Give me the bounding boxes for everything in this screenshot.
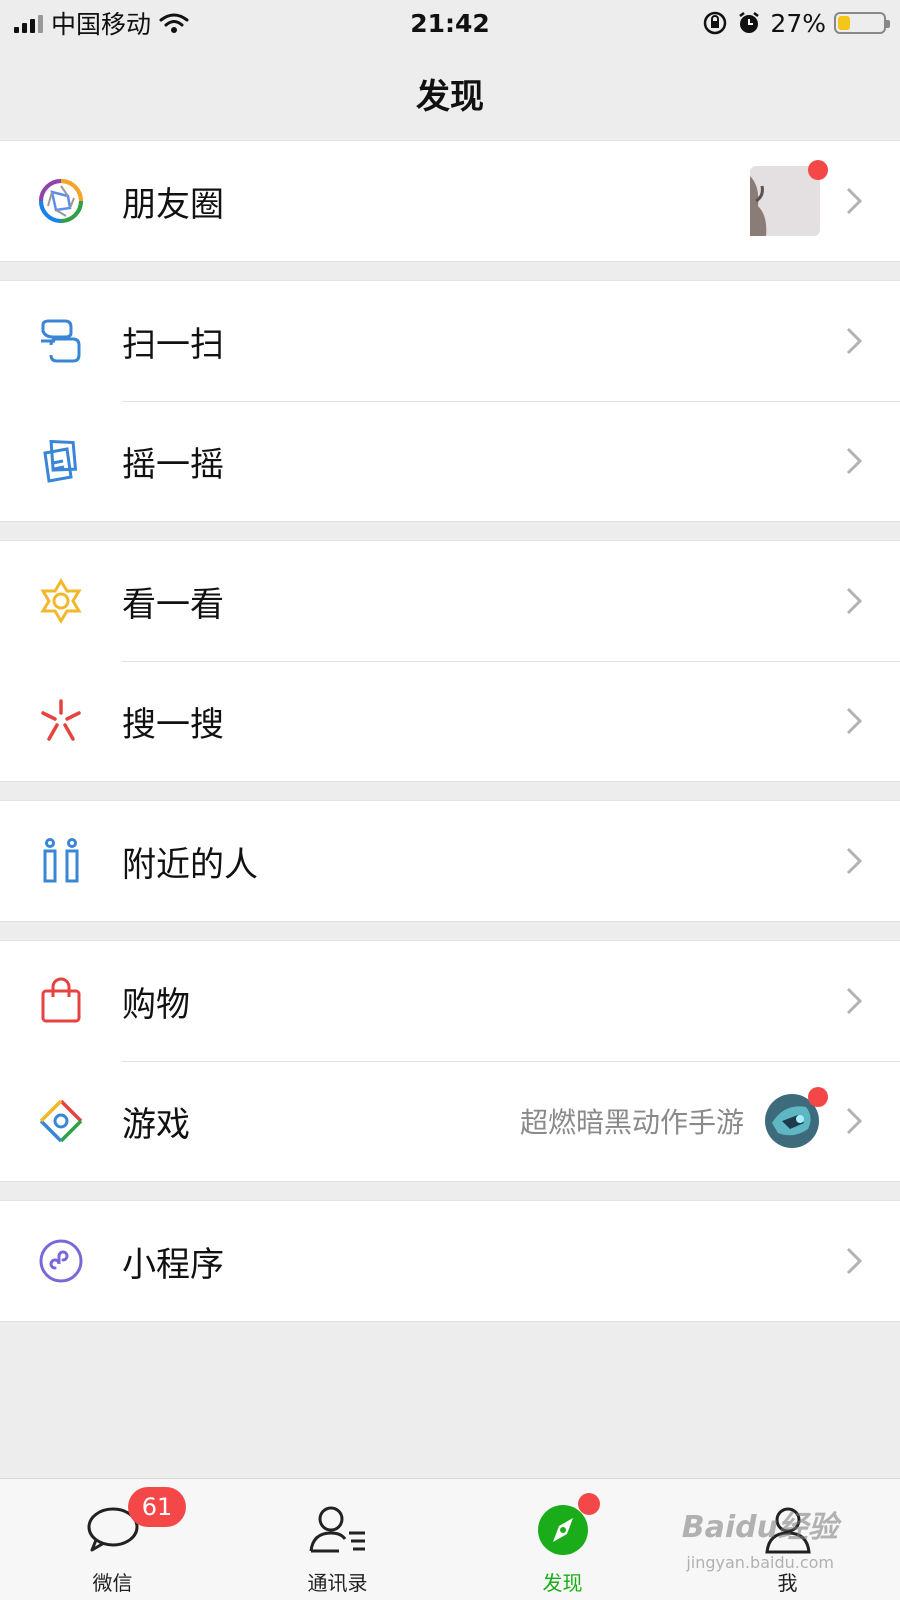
signal-icon [14, 13, 43, 33]
chevron-right-icon [846, 327, 863, 355]
menu-item-search[interactable]: 搜一搜 [0, 661, 900, 781]
page-title: 发现 [416, 76, 484, 117]
menu-item-label: 摇一摇 [122, 444, 224, 485]
shopping-bag-icon [36, 976, 86, 1026]
battery-icon [834, 12, 890, 34]
tab-discover[interactable]: 发现 [450, 1479, 675, 1600]
menu-item-label: 小程序 [122, 1244, 224, 1285]
menu-item-shopping[interactable]: 购物 [0, 941, 900, 1061]
top-stories-icon [36, 576, 86, 626]
mini-program-icon [36, 1236, 86, 1286]
menu-item-top-stories[interactable]: 看一看 [0, 541, 900, 661]
contacts-icon [309, 1501, 367, 1559]
menu-item-moments[interactable]: 朋友圈 [0, 141, 900, 261]
menu-group-nearby: 附近的人 [0, 800, 900, 922]
alarm-icon [739, 12, 760, 33]
menu-item-scan[interactable]: 扫一扫 [0, 281, 900, 401]
chevron-right-icon [846, 1247, 863, 1275]
moments-latest-thumbnail [750, 160, 828, 236]
games-promo-text: 超燃暗黑动作手游 [519, 1106, 744, 1139]
moments-new-dot [808, 160, 828, 180]
search-icon [36, 696, 86, 746]
menu-group-stories-search: 看一看 搜一搜 [0, 540, 900, 782]
game-thumbnail [764, 1087, 828, 1149]
unread-badge: 61 [128, 1487, 186, 1527]
tab-chats[interactable]: 微信 61 [0, 1479, 225, 1600]
discover-menu: 朋友圈 扫一扫 摇一摇 看一看 搜一搜 附近的人 购物 游戏 超燃暗黑动作手游 … [0, 140, 900, 1340]
menu-item-label: 购物 [122, 984, 190, 1025]
menu-item-label: 游戏 [122, 1104, 190, 1145]
chevron-right-icon [846, 187, 863, 215]
menu-group-mini-programs: 小程序 [0, 1200, 900, 1322]
games-new-dot [808, 1087, 828, 1107]
tab-label: 发现 [542, 1571, 583, 1595]
tab-label: 通讯录 [307, 1571, 368, 1595]
chevron-right-icon [846, 987, 863, 1015]
menu-item-people-nearby[interactable]: 附近的人 [0, 801, 900, 921]
menu-item-label: 附近的人 [122, 844, 258, 885]
rotation-lock-icon [704, 11, 727, 35]
menu-item-mini-programs[interactable]: 小程序 [0, 1201, 900, 1321]
wifi-icon [159, 13, 189, 33]
discover-new-dot [578, 1493, 600, 1515]
menu-item-games[interactable]: 游戏 超燃暗黑动作手游 [0, 1061, 900, 1181]
chevron-right-icon [846, 447, 863, 475]
menu-item-shake[interactable]: 摇一摇 [0, 401, 900, 521]
status-bar: 中国移动 21:42 27% [0, 0, 900, 46]
chevron-right-icon [846, 587, 863, 615]
watermark-url: jingyan.baidu.com [686, 1553, 834, 1572]
carrier-name: 中国移动 [51, 10, 152, 39]
tab-contacts[interactable]: 通讯录 [225, 1479, 450, 1600]
battery-percent: 27% [770, 8, 826, 38]
tab-label: 微信 [92, 1571, 133, 1595]
watermark-logo: Baidu经验 [681, 1510, 838, 1545]
menu-item-label: 扫一扫 [122, 324, 224, 365]
chevron-right-icon [846, 1107, 863, 1135]
menu-group-moments: 朋友圈 [0, 140, 900, 262]
menu-group-scan-shake: 扫一扫 摇一摇 [0, 280, 900, 522]
shake-icon [36, 436, 86, 486]
menu-item-label: 朋友圈 [122, 184, 224, 225]
menu-group-shopping-games: 购物 游戏 超燃暗黑动作手游 [0, 940, 900, 1182]
menu-item-label: 看一看 [122, 584, 224, 625]
scan-icon [36, 316, 86, 366]
games-icon [36, 1096, 86, 1146]
menu-item-label: 搜一搜 [122, 704, 224, 745]
chevron-right-icon [846, 847, 863, 875]
chevron-right-icon [846, 707, 863, 735]
people-nearby-icon [36, 836, 86, 886]
moments-icon [36, 176, 86, 226]
